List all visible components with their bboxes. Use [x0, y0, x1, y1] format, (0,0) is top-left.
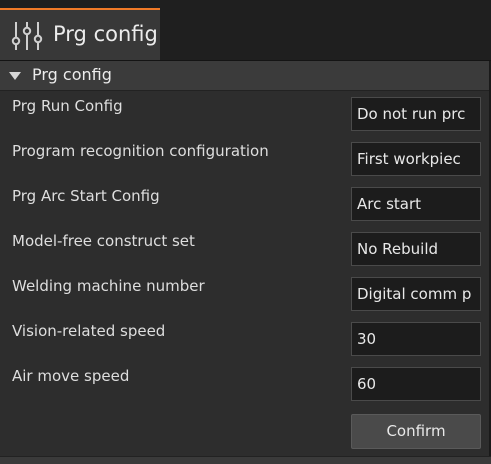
- welding-machine-number-field[interactable]: Digital comm p: [351, 277, 481, 311]
- air-move-speed-input[interactable]: 60: [351, 367, 481, 401]
- tab-label: Prg config: [53, 22, 158, 46]
- label-vision-related-speed: Vision-related speed: [12, 322, 166, 340]
- row-air-move-speed: Air move speed 60: [0, 361, 491, 406]
- prg-config-form: Prg Run Config Do not run prc Program re…: [0, 91, 491, 455]
- label-model-free-construct-set: Model-free construct set: [12, 232, 195, 250]
- label-welding-machine-number: Welding machine number: [12, 277, 205, 295]
- row-vision-related-speed: Vision-related speed 30: [0, 316, 491, 361]
- program-recognition-config-field[interactable]: First workpiec: [351, 142, 481, 176]
- next-section-header: [0, 456, 491, 464]
- label-prg-arc-start-config: Prg Arc Start Config: [12, 187, 160, 205]
- section-title: Prg config: [32, 65, 112, 84]
- row-model-free-construct-set: Model-free construct set No Rebuild: [0, 226, 491, 271]
- section-header-prg-config[interactable]: Prg config: [0, 61, 491, 91]
- confirm-button[interactable]: Confirm: [351, 414, 481, 449]
- label-air-move-speed: Air move speed: [12, 367, 130, 385]
- model-free-construct-set-field[interactable]: No Rebuild: [351, 232, 481, 266]
- prg-run-config-field[interactable]: Do not run prc: [351, 97, 481, 131]
- prg-config-window: Prg config Prg config Prg Run Config Do …: [0, 0, 491, 464]
- label-program-recognition-config: Program recognition configuration: [12, 142, 269, 160]
- row-prg-run-config: Prg Run Config Do not run prc: [0, 91, 491, 136]
- label-prg-run-config: Prg Run Config: [12, 97, 123, 115]
- tab-bar: Prg config: [0, 0, 491, 61]
- row-program-recognition-config: Program recognition configuration First …: [0, 136, 491, 181]
- vision-related-speed-input[interactable]: 30: [351, 322, 481, 356]
- sliders-icon: [11, 22, 43, 50]
- caret-down-icon[interactable]: [9, 72, 21, 80]
- tab-prg-config[interactable]: Prg config: [0, 8, 160, 60]
- prg-arc-start-config-field[interactable]: Arc start: [351, 187, 481, 221]
- row-welding-machine-number: Welding machine number Digital comm p: [0, 271, 491, 316]
- row-prg-arc-start-config: Prg Arc Start Config Arc start: [0, 181, 491, 226]
